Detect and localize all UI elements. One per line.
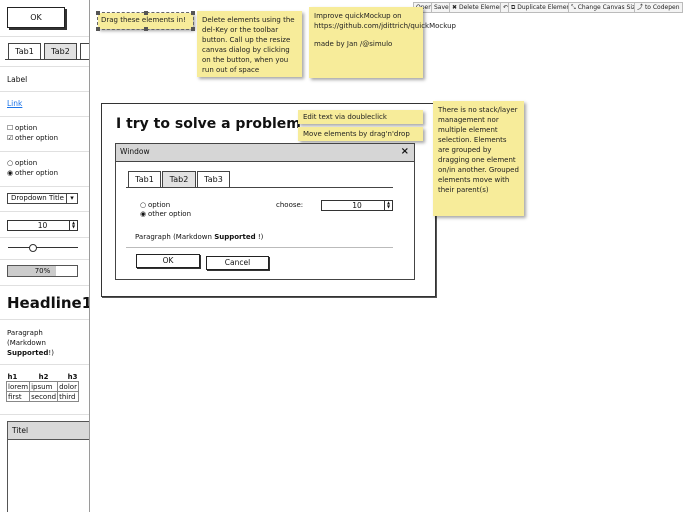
window-tab-1[interactable]: Tab1 bbox=[128, 171, 161, 187]
duplicate-element-button[interactable]: ⧉ Duplicate Element bbox=[508, 2, 576, 13]
close-icon[interactable]: × bbox=[401, 146, 409, 157]
table-row: first second third bbox=[5, 391, 79, 402]
duplicate-icon: ⧉ bbox=[511, 4, 516, 11]
note-move-elements[interactable]: Move elements by drag'n'drop bbox=[298, 127, 423, 141]
stepper-arrows-icon[interactable]: ▲ ▼ bbox=[69, 221, 77, 230]
element-palette: OK Tab1 Tab2 Label Link ☐ option ☑ other o… bbox=[0, 0, 90, 512]
window-radio-option[interactable]: ○ option bbox=[140, 201, 170, 209]
selection-handle[interactable] bbox=[96, 27, 100, 31]
palette-headline: Headline1 bbox=[7, 294, 90, 312]
palette-link[interactable]: Link bbox=[7, 99, 22, 108]
selection-handle[interactable] bbox=[96, 11, 100, 15]
checkbox-checked-icon: ☑ bbox=[7, 134, 14, 142]
slider-handle[interactable] bbox=[28, 244, 37, 252]
window-ok-button[interactable]: OK bbox=[136, 254, 200, 268]
palette-label: Label bbox=[7, 75, 28, 84]
note-edit-text[interactable]: Edit text via doubleclick bbox=[298, 110, 423, 124]
radio-selected-icon: ◉ bbox=[7, 169, 14, 177]
note-improve-quickmockup[interactable]: Improve quickMockup on https://github.co… bbox=[309, 7, 456, 78]
window-number-input[interactable]: 10 ▲ ▼ bbox=[321, 200, 393, 211]
note-drag-elements[interactable]: Drag these elements in! bbox=[96, 11, 195, 31]
selection-handle[interactable] bbox=[144, 11, 148, 15]
selection-handle[interactable] bbox=[144, 27, 148, 31]
window-paragraph: Paragraph (Markdown Supported !) bbox=[135, 233, 264, 241]
selection-handle[interactable] bbox=[191, 11, 195, 15]
window-title-bar[interactable]: Window × bbox=[116, 144, 414, 162]
note-grouping-info[interactable]: There is no stack/layer management nor m… bbox=[433, 101, 524, 216]
palette-radio-option[interactable]: ○ option bbox=[7, 159, 37, 167]
window-radio-other-option[interactable]: ◉ other option bbox=[140, 210, 191, 218]
choose-label: choose: bbox=[276, 201, 304, 209]
window-tab-2[interactable]: Tab2 bbox=[162, 171, 196, 187]
canvas-headline[interactable]: I try to solve a problem bbox=[116, 116, 301, 132]
palette-ok-button[interactable]: OK bbox=[7, 7, 65, 28]
palette-paragraph: Paragraph (Markdown Supported!) bbox=[7, 329, 54, 357]
table-row: lorem ipsum dolor bbox=[5, 381, 79, 392]
palette-radio-other-option[interactable]: ◉ other option bbox=[7, 169, 58, 177]
radio-unselected-icon: ○ bbox=[140, 201, 147, 209]
palette-panel: Titel bbox=[7, 421, 89, 512]
palette-progress-bar: 70% bbox=[7, 265, 78, 277]
palette-number-input[interactable]: 10 ▲ ▼ bbox=[7, 220, 78, 231]
palette-slider[interactable] bbox=[8, 241, 78, 254]
checkbox-unchecked-icon: ☐ bbox=[7, 124, 14, 132]
radio-selected-icon: ◉ bbox=[140, 210, 147, 218]
close-icon: ✖ bbox=[452, 4, 458, 11]
change-canvas-size-button[interactable]: ⤡ Change Canvas Size bbox=[568, 2, 642, 13]
palette-table: h1 h2 h3 lorem ipsum dolor first second … bbox=[5, 372, 79, 402]
to-codepen-button[interactable]: ⤴ to Codepen bbox=[634, 2, 683, 13]
external-link-icon: ⤴ bbox=[637, 4, 644, 11]
palette-tab-2[interactable]: Tab2 bbox=[44, 43, 77, 59]
palette-tab-3-partial[interactable] bbox=[80, 43, 89, 59]
panel-title-bar: Titel bbox=[8, 422, 89, 440]
palette-tab-1[interactable]: Tab1 bbox=[8, 43, 41, 59]
window-title: Window bbox=[120, 147, 150, 156]
table-header-row: h1 h2 h3 bbox=[6, 372, 79, 382]
window-cancel-button[interactable]: Cancel bbox=[206, 256, 269, 270]
resize-icon: ⤡ bbox=[571, 4, 576, 11]
palette-dropdown[interactable]: Dropdown Title ▾ bbox=[7, 193, 78, 204]
palette-checkbox-other-option[interactable]: ☑ other option bbox=[7, 134, 58, 142]
stepper-arrows-icon[interactable]: ▲ ▼ bbox=[384, 201, 392, 210]
window-tab-3[interactable]: Tab3 bbox=[197, 171, 230, 187]
radio-unselected-icon: ○ bbox=[7, 159, 14, 167]
selection-handle[interactable] bbox=[191, 27, 195, 31]
progress-label: 70% bbox=[34, 267, 51, 275]
palette-checkbox-option[interactable]: ☐ option bbox=[7, 124, 37, 132]
note-delete-elements[interactable]: Delete elements using the del-Key or the… bbox=[197, 11, 302, 77]
chevron-down-icon: ▾ bbox=[66, 194, 77, 203]
